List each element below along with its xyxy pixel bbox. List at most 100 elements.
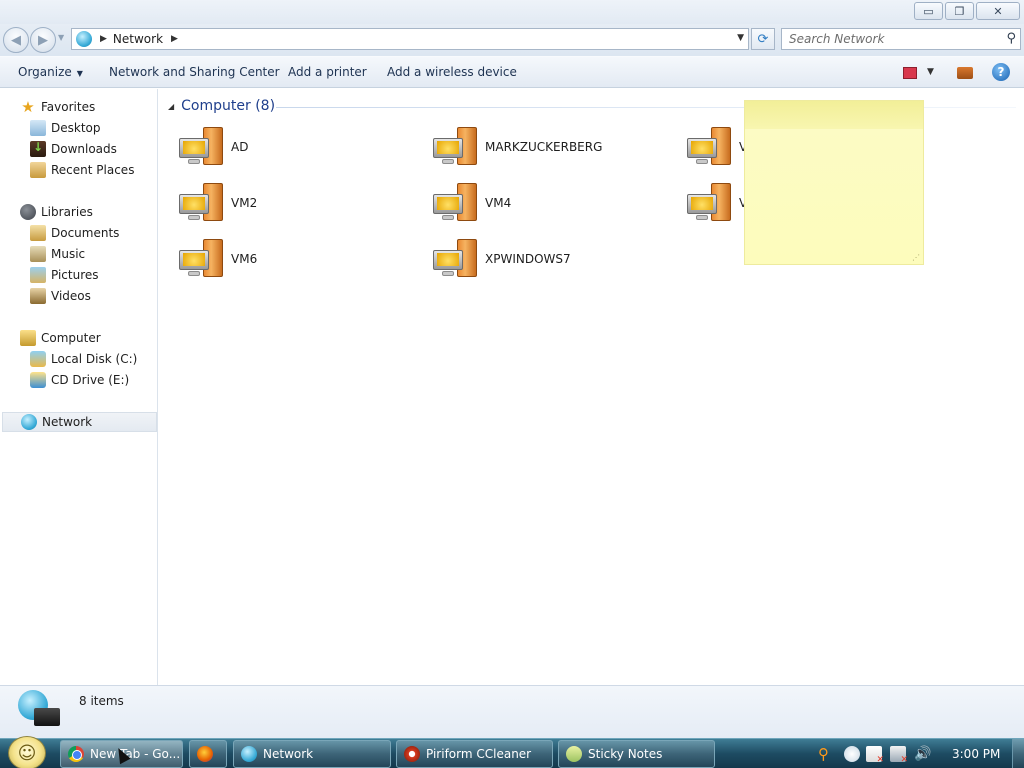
tray-smiley-icon[interactable] xyxy=(844,746,860,762)
sticky-note[interactable]: ⋰ xyxy=(744,100,924,265)
group-header-computer[interactable]: ◢ Computer (8) xyxy=(168,98,275,114)
help-icon[interactable]: ? xyxy=(992,63,1010,81)
back-arrow-icon: ◀ xyxy=(11,32,21,48)
desktop-icon xyxy=(30,120,46,136)
breadcrumb-chevron-icon[interactable]: ▶ xyxy=(171,34,178,44)
network-computer-icon xyxy=(433,126,479,168)
libraries-icon xyxy=(20,204,36,220)
tray-search-icon[interactable]: ⚲ xyxy=(818,746,834,762)
network-computer-item[interactable]: MARKZUCKERBERG xyxy=(433,125,602,169)
taskbar-button-ccleaner[interactable]: Piriform CCleaner xyxy=(396,740,553,768)
network-computer-item[interactable]: VM6 xyxy=(179,237,257,281)
breadcrumb-separator-icon[interactable]: ▶ xyxy=(100,34,107,44)
refresh-button[interactable]: ⟳ xyxy=(751,28,775,50)
add-wireless-device-button[interactable]: Add a wireless device xyxy=(387,65,517,79)
view-options-dropdown[interactable]: ▼ xyxy=(927,67,934,77)
computer-name: XPWINDOWS7 xyxy=(485,252,571,266)
group-title: Computer (8) xyxy=(181,98,276,114)
caption-buttons: ▭ ❐ ✕ xyxy=(914,2,1020,20)
nav-local-disk-label: Local Disk (C:) xyxy=(51,352,138,366)
nav-downloads[interactable]: Downloads xyxy=(30,139,117,159)
show-desktop-button[interactable] xyxy=(1012,739,1024,768)
downloads-icon xyxy=(30,140,46,157)
network-computer-icon xyxy=(179,182,225,224)
nav-cd-drive-label: CD Drive (E:) xyxy=(51,373,130,387)
organize-label: Organize xyxy=(18,65,72,79)
window-titlebar: ▭ ❐ ✕ xyxy=(0,0,1024,24)
nav-network[interactable]: Network xyxy=(2,412,157,432)
search-box[interactable]: ⚲ xyxy=(781,28,1021,50)
search-input[interactable] xyxy=(782,29,992,49)
nav-videos[interactable]: Videos xyxy=(30,286,91,306)
close-button[interactable]: ✕ xyxy=(976,2,1020,20)
nav-libraries[interactable]: Libraries xyxy=(20,202,93,222)
firefox-icon xyxy=(197,746,213,762)
organize-button[interactable]: Organize ▼ xyxy=(18,65,83,79)
minimize-button[interactable]: ▭ xyxy=(914,2,943,20)
start-orb-icon: ☺ xyxy=(17,742,37,764)
chrome-icon xyxy=(68,746,84,762)
taskbar-button-label: Sticky Notes xyxy=(588,747,663,761)
details-pane: 8 items xyxy=(0,685,1024,738)
network-sharing-center-button[interactable]: Network and Sharing Center xyxy=(109,65,280,79)
taskbar: ☺ New Tab - Go... Network Piriform CClea… xyxy=(0,736,1024,768)
restore-button[interactable]: ❐ xyxy=(945,2,974,20)
network-computer-item[interactable]: V xyxy=(687,181,747,225)
network-status-icon[interactable] xyxy=(890,746,908,765)
taskbar-button-label: Piriform CCleaner xyxy=(426,747,532,761)
change-view-icon[interactable] xyxy=(903,67,917,79)
network-computer-icon xyxy=(433,182,479,224)
nav-cd-drive[interactable]: CD Drive (E:) xyxy=(30,370,129,390)
network-computer-item[interactable]: VM2 xyxy=(179,181,257,225)
taskbar-button-sticky-notes[interactable]: Sticky Notes xyxy=(558,740,715,768)
network-computer-icon xyxy=(179,126,225,168)
taskbar-button-label: New Tab - Go... xyxy=(90,747,181,761)
nav-documents[interactable]: Documents xyxy=(30,223,119,243)
network-globe-icon xyxy=(18,690,60,732)
nav-pictures-label: Pictures xyxy=(51,268,99,282)
computer-name: MARKZUCKERBERG xyxy=(485,140,603,154)
music-icon xyxy=(30,246,46,262)
ccleaner-icon xyxy=(404,746,420,762)
collapse-triangle-icon[interactable]: ◢ xyxy=(168,102,174,111)
hard-disk-icon xyxy=(30,351,46,367)
sticky-note-titlebar[interactable] xyxy=(745,101,923,129)
nav-videos-label: Videos xyxy=(51,289,91,303)
address-bar[interactable]: ▶ Network ▶ ▼ xyxy=(71,28,749,50)
network-icon xyxy=(21,414,37,430)
nav-desktop-label: Desktop xyxy=(51,121,101,135)
resize-grip-icon[interactable]: ⋰ xyxy=(912,253,920,262)
network-computer-item[interactable]: V xyxy=(687,125,747,169)
pictures-icon xyxy=(30,267,46,283)
nav-desktop[interactable]: Desktop xyxy=(30,118,101,138)
forward-button[interactable]: ▶ xyxy=(30,27,56,53)
nav-computer[interactable]: Computer xyxy=(20,328,101,348)
nav-recent-places[interactable]: Recent Places xyxy=(30,160,134,180)
network-computer-item[interactable]: AD xyxy=(179,125,248,169)
nav-favorites-label: Favorites xyxy=(41,100,96,114)
nav-downloads-label: Downloads xyxy=(51,142,117,156)
forward-arrow-icon: ▶ xyxy=(38,32,48,48)
taskbar-button-network[interactable]: Network xyxy=(233,740,391,768)
nav-network-label: Network xyxy=(42,415,93,429)
nav-music[interactable]: Music xyxy=(30,244,85,264)
breadcrumb-network[interactable]: Network xyxy=(113,32,163,46)
recent-pages-dropdown[interactable]: ▼ xyxy=(58,33,68,47)
preview-pane-icon[interactable] xyxy=(957,67,973,79)
start-button[interactable]: ☺ xyxy=(8,736,46,768)
clock[interactable]: 3:00 PM xyxy=(952,747,1000,761)
network-computer-icon xyxy=(179,238,225,280)
nav-pictures[interactable]: Pictures xyxy=(30,265,99,285)
network-computer-item[interactable]: XPWINDOWS7 xyxy=(433,237,571,281)
network-computer-icon xyxy=(687,126,733,168)
volume-icon[interactable]: 🔊 xyxy=(914,746,931,762)
back-button[interactable]: ◀ xyxy=(3,27,29,53)
address-dropdown-icon[interactable]: ▼ xyxy=(737,33,744,43)
nav-local-disk[interactable]: Local Disk (C:) xyxy=(30,349,137,369)
network-computer-item[interactable]: VM4 xyxy=(433,181,511,225)
taskbar-button-firefox[interactable] xyxy=(189,740,227,768)
action-center-flag-icon[interactable] xyxy=(866,746,884,765)
nav-favorites[interactable]: ★ Favorites xyxy=(20,97,95,117)
add-printer-button[interactable]: Add a printer xyxy=(288,65,367,79)
search-icon[interactable]: ⚲ xyxy=(1006,31,1016,46)
